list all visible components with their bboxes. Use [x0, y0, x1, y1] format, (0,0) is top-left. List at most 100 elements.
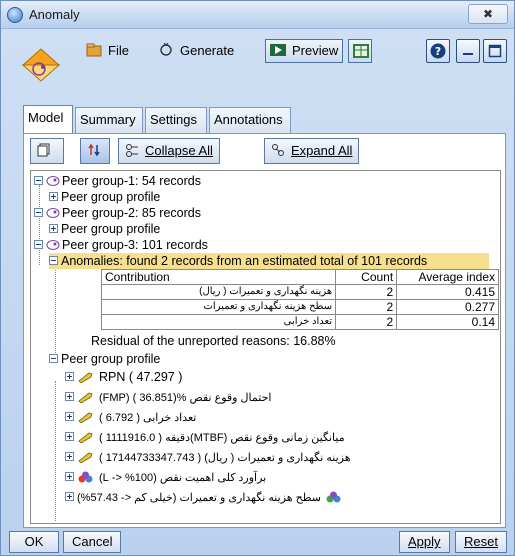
apply-label: Apply	[408, 534, 441, 549]
ok-button[interactable]: OK	[9, 531, 59, 553]
table-row: تعداد خرابی 2 0.14	[100, 314, 499, 330]
profile-item-label: تعداد خرابی ( 6.792 )	[99, 412, 197, 424]
reset-button[interactable]: Reset	[455, 531, 507, 553]
column-header: Contribution	[100, 269, 337, 285]
profile-item[interactable]: RPN ( 47.297 )	[65, 369, 182, 385]
table-export-icon	[353, 44, 369, 58]
wrench-icon	[78, 412, 93, 423]
profile-item-label: هزینه نگهداری و تعمیرات ( ریال) ( 171447…	[99, 452, 351, 464]
export-button[interactable]	[348, 39, 372, 63]
expand-icon	[272, 144, 284, 156]
collapse-all-label: Collapse All	[145, 143, 213, 158]
anomaly-node-icon	[21, 48, 61, 82]
collapse-toggle[interactable]	[49, 256, 58, 265]
cancel-button[interactable]: Cancel	[63, 531, 122, 553]
tree-label: Peer group-3: 101 records	[62, 238, 208, 252]
tree-label: Peer group profile	[61, 222, 161, 236]
help-button[interactable]: ?	[426, 39, 450, 63]
apply-button[interactable]: Apply	[399, 531, 450, 553]
preview-icon	[270, 44, 286, 56]
table-cell: 0.415	[396, 284, 499, 300]
file-icon	[86, 43, 102, 57]
help-icon: ?	[430, 43, 446, 59]
collapse-toggle[interactable]	[34, 240, 43, 249]
expand-toggle[interactable]	[65, 432, 74, 441]
tree-node-profile-3[interactable]: Peer group profile	[49, 351, 160, 367]
tree-label: Peer group profile	[61, 352, 161, 366]
tree-label: Peer group profile	[61, 190, 161, 204]
wrench-icon	[78, 372, 93, 383]
expand-toggle[interactable]	[65, 452, 74, 461]
app-icon	[7, 7, 23, 23]
reset-label: Reset	[464, 534, 498, 549]
minimize-button[interactable]	[456, 39, 480, 63]
preview-button[interactable]: Preview	[265, 39, 344, 63]
profile-item[interactable]: برآورد کلی اهمیت نقص (100% <- L)	[65, 469, 266, 485]
peer-group-icon	[46, 240, 60, 250]
copy-icon	[37, 143, 50, 157]
tab-summary[interactable]: Summary	[75, 107, 143, 133]
expand-toggle[interactable]	[65, 412, 74, 421]
tree-node-profile-2[interactable]: Peer group profile	[49, 221, 160, 237]
tree-node-anomalies[interactable]: Anomalies: found 2 records from an estim…	[49, 253, 489, 269]
anomaly-tree[interactable]: Peer group-1: 54 records Peer group prof…	[30, 170, 501, 524]
expand-toggle[interactable]	[49, 192, 58, 201]
wrench-icon	[78, 432, 93, 443]
preview-label: Preview	[292, 43, 339, 58]
table-cell: هزینه نگهداری و تعمیرات ( ریال)	[100, 284, 337, 300]
expand-all-button[interactable]: Expand All	[264, 138, 360, 164]
sort-button[interactable]	[80, 138, 110, 164]
collapse-toggle[interactable]	[34, 208, 43, 217]
table-header-row: Contribution Count Average index	[100, 269, 499, 285]
profile-item[interactable]: هزینه نگهداری و تعمیرات ( ریال) ( 171447…	[65, 449, 351, 465]
table-row: هزینه نگهداری و تعمیرات ( ریال) 2 0.415	[100, 284, 499, 300]
expand-toggle[interactable]	[49, 224, 58, 233]
profile-item-label: سطح هزینه نگهداری و تعمیرات (خیلی کم <- …	[77, 492, 321, 504]
close-button[interactable]: ✖	[468, 4, 508, 24]
file-menu-button[interactable]: File	[79, 39, 136, 63]
profile-item-label: RPN ( 47.297 )	[99, 370, 183, 384]
column-header: Count	[335, 269, 398, 285]
balls-icon	[78, 471, 93, 483]
table-cell: 2	[335, 284, 398, 300]
tree-node-group-1[interactable]: Peer group-1: 54 records	[34, 173, 201, 189]
table-cell: تعداد خرابی	[100, 314, 337, 330]
expand-all-label: Expand All	[291, 143, 353, 158]
table-cell: 0.277	[396, 299, 499, 315]
collapse-icon	[126, 144, 138, 157]
copy-button[interactable]	[30, 138, 64, 164]
tree-node-group-3[interactable]: Peer group-3: 101 records	[34, 237, 208, 253]
profile-item[interactable]: احتمال وقوع نقص %(36.851 ) (FMP)	[65, 389, 271, 405]
expand-toggle[interactable]	[65, 492, 74, 501]
tree-label: Peer group-1: 54 records	[62, 174, 201, 188]
tab-settings[interactable]: Settings	[145, 107, 207, 133]
tree-label: Peer group-2: 85 records	[62, 206, 201, 220]
expand-toggle[interactable]	[65, 392, 74, 401]
maximize-button[interactable]	[483, 39, 507, 63]
file-label: File	[108, 43, 129, 58]
minimize-icon	[463, 53, 473, 55]
table-cell: 0.14	[396, 314, 499, 330]
expand-toggle[interactable]	[65, 472, 74, 481]
profile-item[interactable]: میانگین زمانی وقوع نقص (MTBF)دقیقه ( 111…	[65, 429, 345, 445]
peer-group-icon	[46, 208, 60, 218]
sort-icon	[88, 143, 100, 157]
tab-model[interactable]: Model	[23, 105, 73, 133]
collapse-toggle[interactable]	[34, 176, 43, 185]
tree-node-profile-1[interactable]: Peer group profile	[49, 189, 160, 205]
collapse-all-button[interactable]: Collapse All	[118, 138, 220, 164]
anomaly-window: Anomaly ✖ File Generate Preview ? Model …	[0, 0, 515, 556]
tree-node-group-2[interactable]: Peer group-2: 85 records	[34, 205, 201, 221]
svg-text:?: ?	[435, 45, 441, 58]
tab-annotations[interactable]: Annotations	[209, 107, 291, 133]
generate-menu-button[interactable]: Generate	[151, 39, 241, 63]
column-header: Average index	[396, 269, 499, 285]
expand-toggle[interactable]	[65, 372, 74, 381]
profile-item[interactable]: سطح هزینه نگهداری و تعمیرات (خیلی کم <- …	[65, 489, 343, 505]
table-cell: 2	[335, 299, 398, 315]
wrench-icon	[78, 452, 93, 463]
collapse-toggle[interactable]	[49, 354, 58, 363]
title-bar[interactable]: Anomaly ✖	[1, 1, 514, 29]
profile-item[interactable]: تعداد خرابی ( 6.792 )	[65, 409, 196, 425]
balls-icon	[326, 491, 341, 503]
